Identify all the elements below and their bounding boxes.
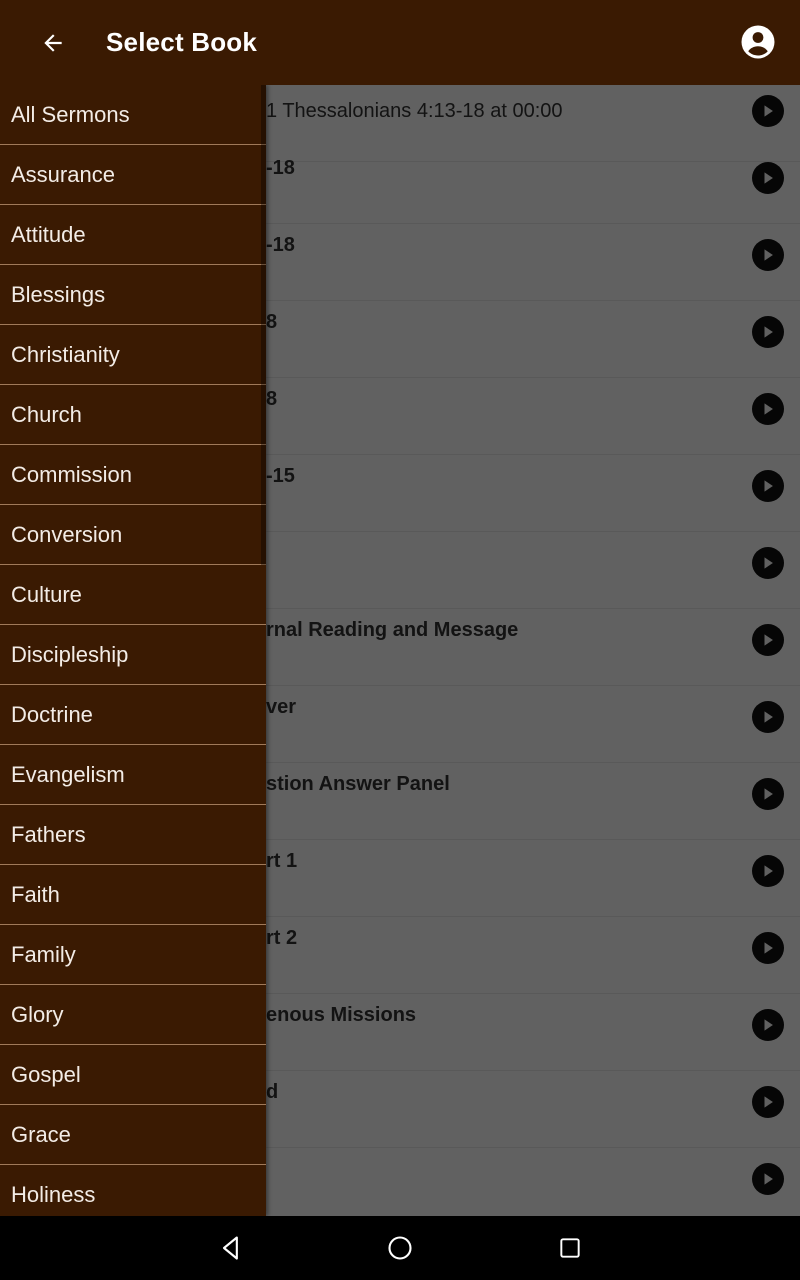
nav-back-button[interactable] — [211, 1228, 251, 1268]
drawer-item-label: Faith — [11, 881, 60, 907]
drawer-item-conversion[interactable]: Conversion — [0, 505, 266, 565]
drawer-item-assurance[interactable]: Assurance — [0, 145, 266, 205]
drawer-item-doctrine[interactable]: Doctrine — [0, 685, 266, 745]
nav-recents-icon — [560, 1238, 580, 1258]
drawer-item-gospel[interactable]: Gospel — [0, 1045, 266, 1105]
drawer-item-label: Holiness — [11, 1181, 96, 1207]
drawer-item-fathers[interactable]: Fathers — [0, 805, 266, 865]
drawer-item-faith[interactable]: Faith — [0, 865, 266, 925]
drawer-item-label: Culture — [11, 581, 82, 607]
drawer-item-all-sermons[interactable]: All Sermons — [0, 85, 266, 145]
drawer-item-label: Evangelism — [11, 761, 125, 787]
drawer-item-label: All Sermons — [11, 101, 130, 127]
nav-home-icon — [388, 1236, 412, 1260]
page-title: Select Book — [106, 27, 258, 57]
drawer-item-label: Family — [11, 941, 76, 967]
drawer-item-label: Discipleship — [11, 641, 129, 667]
system-nav-bar — [0, 1216, 800, 1280]
drawer-item-attitude[interactable]: Attitude — [0, 205, 266, 265]
drawer-item-culture[interactable]: Culture — [0, 565, 266, 625]
drawer-item-label: Doctrine — [11, 701, 93, 727]
drawer-item-discipleship[interactable]: Discipleship — [0, 625, 266, 685]
drawer-item-label: Blessings — [11, 281, 106, 307]
drawer-item-label: Gospel — [11, 1061, 81, 1087]
account-circle-icon — [741, 25, 775, 59]
drawer-item-christianity[interactable]: Christianity — [0, 325, 266, 385]
drawer-item-commission[interactable]: Commission — [0, 445, 266, 505]
drawer-item-label: Conversion — [11, 521, 123, 547]
drawer-item-holiness[interactable]: Holiness — [0, 1165, 266, 1216]
drawer-item-label: Fathers — [11, 821, 86, 847]
drawer-item-label: Christianity — [11, 341, 120, 367]
drawer-item-glory[interactable]: Glory — [0, 985, 266, 1045]
drawer-item-family[interactable]: Family — [0, 925, 266, 985]
drawer-item-evangelism[interactable]: Evangelism — [0, 745, 266, 805]
drawer-item-label: Attitude — [11, 221, 86, 247]
drawer-item-blessings[interactable]: Blessings — [0, 265, 266, 325]
drawer-item-grace[interactable]: Grace — [0, 1105, 266, 1165]
drawer-item-church[interactable]: Church — [0, 385, 266, 445]
drawer-item-label: Commission — [11, 461, 133, 487]
drawer-item-label: Assurance — [11, 161, 115, 187]
nav-recents-button[interactable] — [550, 1228, 590, 1268]
back-button[interactable] — [25, 15, 81, 71]
drawer-scrollbar[interactable] — [261, 85, 266, 565]
app-bar: Select Book — [0, 0, 800, 85]
account-button[interactable] — [740, 24, 776, 60]
drawer-item-label: Church — [11, 401, 82, 427]
arrow-left-icon — [44, 33, 62, 52]
drawer-item-label: Grace — [11, 1121, 71, 1147]
nav-back-icon — [222, 1236, 238, 1260]
nav-home-button[interactable] — [380, 1228, 420, 1268]
category-drawer: All Sermons Assurance Attitude Blessings Chr… — [0, 85, 266, 1216]
drawer-item-label: Glory — [11, 1001, 64, 1027]
